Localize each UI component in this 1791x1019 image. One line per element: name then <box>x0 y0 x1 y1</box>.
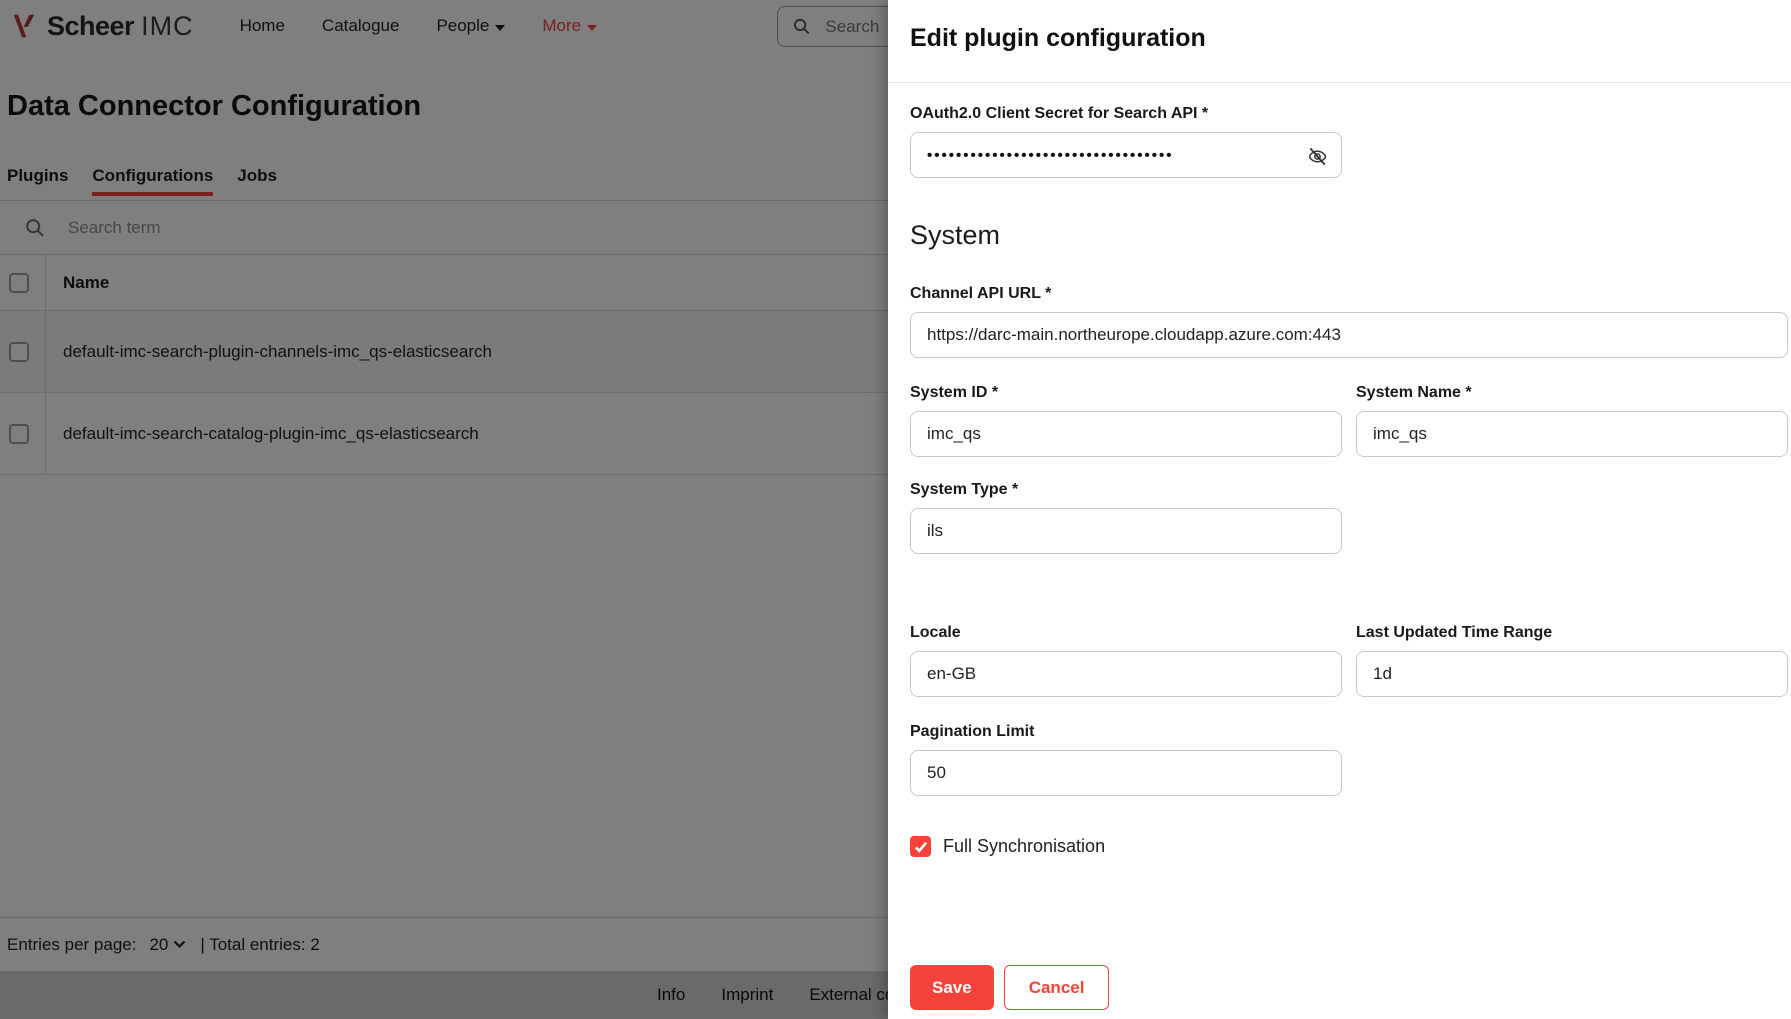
oauth-secret-label: OAuth2.0 Client Secret for Search API * <box>910 105 1789 123</box>
system-id-label: System ID * <box>910 384 1342 402</box>
system-type-label: System Type * <box>910 481 1342 499</box>
locale-input[interactable] <box>910 651 1342 697</box>
panel-body: OAuth2.0 Client Secret for Search API * … <box>888 83 1791 857</box>
toggle-secret-visibility-button[interactable] <box>1304 143 1330 169</box>
pagination-limit-label: Pagination Limit <box>910 723 1342 741</box>
channel-api-url-label: Channel API URL * <box>910 285 1789 303</box>
last-updated-time-range-field: Last Updated Time Range <box>1356 624 1788 697</box>
panel-title: Edit plugin configuration <box>910 21 1769 55</box>
save-button[interactable]: Save <box>910 965 994 1010</box>
panel-header: Edit plugin configuration <box>888 0 1791 83</box>
last-updated-time-range-input[interactable] <box>1356 651 1788 697</box>
cancel-button[interactable]: Cancel <box>1004 965 1110 1010</box>
system-name-label: System Name * <box>1356 384 1788 402</box>
panel-actions: Save Cancel <box>910 965 1109 1010</box>
system-id-name-row: System ID * System Name * <box>910 384 1789 457</box>
full-synchronisation-checkbox-row[interactable]: Full Synchronisation <box>910 836 1789 857</box>
oauth-secret-input[interactable] <box>910 132 1342 178</box>
app-screen: Scheer IMC Home Catalogue People More <box>0 0 1791 1019</box>
full-synchronisation-label: Full Synchronisation <box>943 836 1105 857</box>
channel-api-url-input[interactable] <box>910 312 1788 358</box>
system-section-heading: System <box>910 220 1789 251</box>
locale-field: Locale <box>910 624 1342 697</box>
locale-label: Locale <box>910 624 1342 642</box>
system-name-field: System Name * <box>1356 384 1788 457</box>
checkmark-icon <box>914 841 928 853</box>
eye-slash-icon <box>1306 145 1329 168</box>
pagination-limit-field: Pagination Limit <box>910 723 1342 796</box>
locale-timerange-row: Locale Last Updated Time Range <box>910 624 1789 697</box>
system-id-field: System ID * <box>910 384 1342 457</box>
oauth-secret-field-wrap <box>910 132 1342 178</box>
full-synchronisation-checkbox[interactable] <box>910 836 931 857</box>
edit-plugin-configuration-panel: Edit plugin configuration OAuth2.0 Clien… <box>888 0 1791 1019</box>
system-type-field: System Type * <box>910 481 1342 554</box>
last-updated-time-range-label: Last Updated Time Range <box>1356 624 1788 642</box>
system-name-input[interactable] <box>1356 411 1788 457</box>
system-id-input[interactable] <box>910 411 1342 457</box>
pagination-limit-input[interactable] <box>910 750 1342 796</box>
system-type-input[interactable] <box>910 508 1342 554</box>
